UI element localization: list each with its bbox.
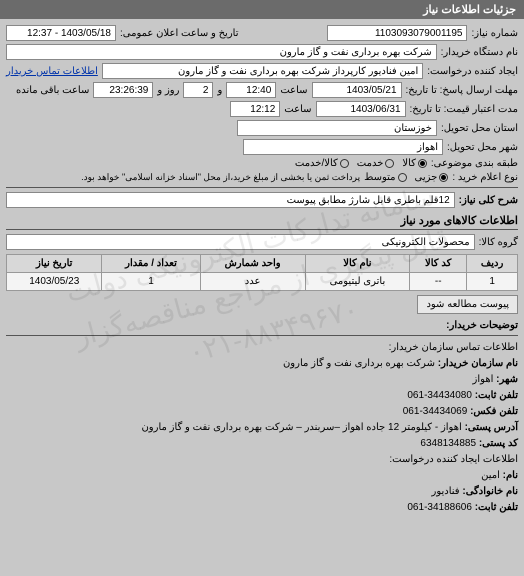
announce-label: تاریخ و ساعت اعلان عمومی:	[120, 28, 239, 39]
td-name: باتری لیتیومی	[305, 273, 410, 291]
radio-kala-khedmat[interactable]: کالا/خدمت	[295, 158, 349, 169]
content-area: شماره نیاز: 1103093079001195 تاریخ و ساع…	[0, 19, 524, 522]
cr-phone: 34188606-061	[407, 502, 472, 513]
org-addr-label: آدرس پستی:	[465, 422, 518, 433]
contact-info-block: اطلاعات تماس سازمان خریدار: نام سازمان خ…	[6, 340, 518, 515]
td-date: 1403/05/23	[7, 273, 102, 291]
descriptions-label: توضیحات خریدار:	[446, 320, 518, 331]
goods-group-label: گروه کالا:	[479, 237, 518, 248]
radio-dot-icon	[398, 173, 407, 182]
validity-label: مدت اعتبار قیمت: تا تاریخ:	[410, 104, 518, 115]
announce-field: 1403/05/18 - 12:37	[6, 25, 116, 41]
cr-name-label: نام:	[503, 470, 518, 481]
org-fax-label: تلفن فکس:	[470, 406, 518, 417]
creator-label: ایجاد کننده درخواست:	[427, 66, 518, 77]
creator-field: امین فنادیور کارپرداز شرکت بهره برداری ن…	[102, 63, 423, 79]
th-qty: تعداد / مقدار	[102, 255, 200, 273]
validity-time-field: 12:12	[230, 101, 280, 117]
cr-family-label: نام خانوادگی:	[462, 486, 518, 497]
org-city: اهواز	[473, 374, 494, 385]
creator-section-title: اطلاعات ایجاد کننده درخواست:	[6, 452, 518, 467]
org-post-label: کد پستی:	[479, 438, 518, 449]
org-city-label: شهر:	[496, 374, 518, 385]
category-radios: کالا خدمت کالا/خدمت	[295, 158, 427, 169]
radio-dot-icon	[340, 159, 349, 168]
province-field: خوزستان	[237, 120, 437, 136]
org-phone-label: تلفن ثابت:	[475, 390, 518, 401]
deadline-label: مهلت ارسال پاسخ: تا تاریخ:	[406, 85, 518, 96]
need-number-label: شماره نیاز:	[471, 28, 518, 39]
goods-section-title: اطلاعات کالاهای مورد نیاز	[6, 214, 518, 230]
deadline-date-field: 1403/05/21	[312, 82, 402, 98]
contact-link[interactable]: اطلاعات تماس خریدار	[6, 66, 98, 77]
cr-family: فنادیور	[432, 486, 460, 497]
th-name: نام کالا	[305, 255, 410, 273]
separator	[6, 335, 518, 336]
table-header-row: ردیف کد کالا نام کالا واحد شمارش تعداد /…	[7, 255, 518, 273]
radio-khedmat[interactable]: خدمت	[357, 158, 395, 169]
and-label: و	[217, 85, 222, 96]
days-field: 2	[183, 82, 213, 98]
need-number-field: 1103093079001195	[327, 25, 467, 41]
th-code: کد کالا	[410, 255, 467, 273]
deadline-time-field: 12:40	[226, 82, 276, 98]
org-phone: 34434080-061	[407, 390, 472, 401]
td-qty: 1	[102, 273, 200, 291]
th-row: ردیف	[467, 255, 518, 273]
buyer-device-field: شرکت بهره برداری نفت و گاز مارون	[6, 44, 437, 60]
remaining-label: ساعت باقی مانده	[16, 85, 89, 96]
org-name-label: نام سازمان خریدار:	[438, 358, 518, 369]
city-label: شهر محل تحویل:	[447, 142, 518, 153]
radio-dot-icon	[418, 159, 427, 168]
days-label: روز و	[157, 85, 179, 96]
org-post: 6348134885	[420, 438, 476, 449]
attachment-button[interactable]: پیوست مطالعه شود	[417, 295, 518, 314]
th-date: تاریخ نیاز	[7, 255, 102, 273]
radio-kala[interactable]: کالا	[402, 158, 427, 169]
table-row: 1 -- باتری لیتیومی عدد 1 1403/05/23	[7, 273, 518, 291]
separator	[6, 187, 518, 188]
td-unit: عدد	[200, 273, 305, 291]
radio-motavaset[interactable]: متوسط	[364, 172, 406, 183]
main-title-label: شرح کلی نیاز:	[459, 195, 518, 206]
org-fax: 34434069-061	[403, 406, 468, 417]
category-label: طبقه بندی موضوعی:	[431, 158, 518, 169]
td-row: 1	[467, 273, 518, 291]
radio-dot-icon	[439, 173, 448, 182]
buyer-device-label: نام دستگاه خریدار:	[441, 47, 518, 58]
purchase-note: پرداخت ثمن یا بخشی از مبلغ خرید،از محل "…	[81, 172, 360, 183]
remaining-field: 23:26:39	[93, 82, 153, 98]
cr-phone-label: تلفن ثابت:	[475, 502, 518, 513]
goods-group-field: محصولات الکترونیکی	[6, 234, 475, 250]
org-name: شرکت بهره برداری نفت و گاز مارون	[283, 358, 435, 369]
td-code: --	[410, 273, 467, 291]
cr-name: امین	[481, 470, 500, 481]
main-title-field: 12قلم باطری قابل شارژ مطابق پیوست	[6, 192, 455, 208]
radio-jozi[interactable]: جزیی	[415, 172, 449, 183]
header-bar: جزئیات اطلاعات نیاز	[0, 0, 524, 19]
org-addr: اهواز - کیلومتر 12 جاده اهواز –سربندر – …	[141, 422, 461, 433]
validity-date-field: 1403/06/31	[316, 101, 406, 117]
radio-dot-icon	[385, 159, 394, 168]
city-field: اهواز	[243, 139, 443, 155]
purchase-type-radios: جزیی متوسط	[364, 172, 448, 183]
time-label-1: ساعت	[280, 85, 307, 96]
province-label: استان محل تحویل:	[441, 123, 518, 134]
th-unit: واحد شمارش	[200, 255, 305, 273]
time-label-2: ساعت	[284, 104, 311, 115]
purchase-type-label: نوع اعلام خرید :	[452, 172, 518, 183]
goods-table: ردیف کد کالا نام کالا واحد شمارش تعداد /…	[6, 254, 518, 291]
contact-section-title: اطلاعات تماس سازمان خریدار:	[6, 340, 518, 355]
